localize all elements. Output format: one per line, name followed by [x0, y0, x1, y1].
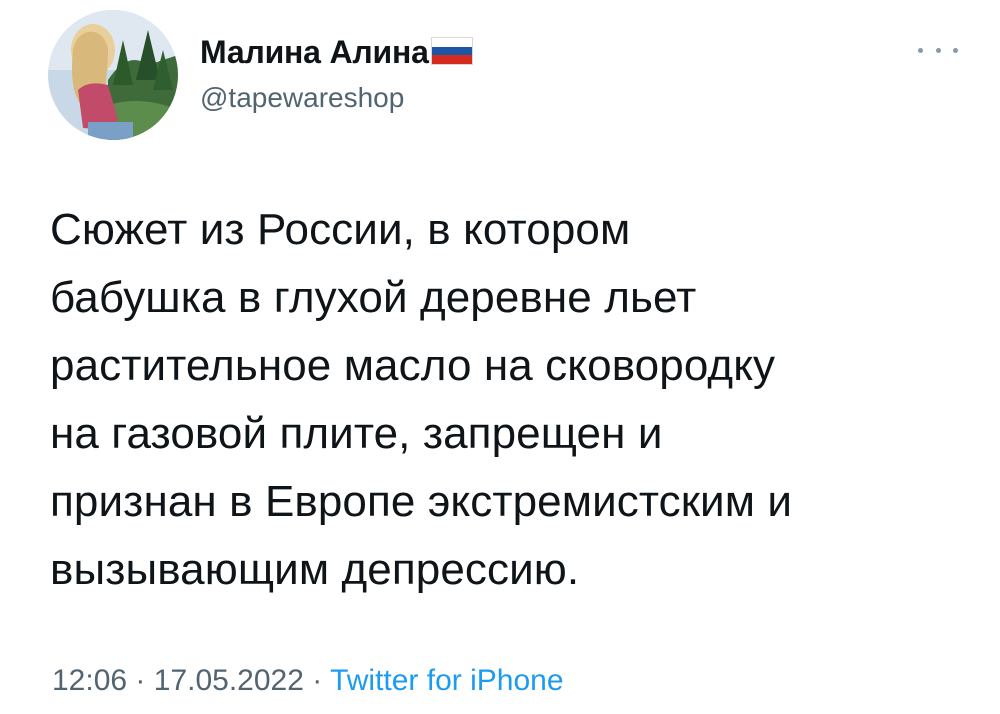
more-dot: [935, 47, 941, 53]
meta-separator: ·: [135, 664, 146, 697]
user-handle[interactable]: @tapewareshop: [200, 82, 404, 114]
meta-separator: ·: [312, 664, 323, 697]
tweet-text-line: растительное масло на сковородку: [50, 341, 776, 390]
tweet-date[interactable]: 17.05.2022: [154, 664, 304, 697]
tweet-text: Сюжет из России, в котором бабушка в глу…: [50, 196, 980, 604]
tweet-text-line: признан в Европе экстремистским и: [50, 477, 793, 526]
avatar-photo: [48, 10, 178, 140]
tweet-card: Малина Алина @tapewareshop Сюжет из Росс…: [0, 0, 1000, 714]
tweet-text-line: Сюжет из России, в котором: [50, 205, 631, 254]
tweet-time[interactable]: 12:06: [52, 664, 127, 697]
tweet-text-line: на газовой плите, запрещен и: [50, 409, 663, 458]
russia-flag-icon: [430, 37, 473, 65]
more-options-icon[interactable]: [918, 40, 958, 60]
tweet-text-line: вызывающим депрессию.: [50, 545, 580, 594]
avatar[interactable]: [48, 10, 178, 140]
tweet-source-link[interactable]: Twitter for iPhone: [330, 664, 563, 697]
more-dot: [918, 47, 923, 53]
more-dot: [953, 47, 958, 53]
tweet-text-line: бабушка в глухой деревне льет: [50, 273, 697, 322]
tweet-metadata: 12:06 · 17.05.2022 · Twitter for iPhone: [52, 664, 564, 698]
display-name-text: Малина Алина: [200, 34, 429, 70]
display-name[interactable]: Малина Алина: [200, 34, 473, 71]
